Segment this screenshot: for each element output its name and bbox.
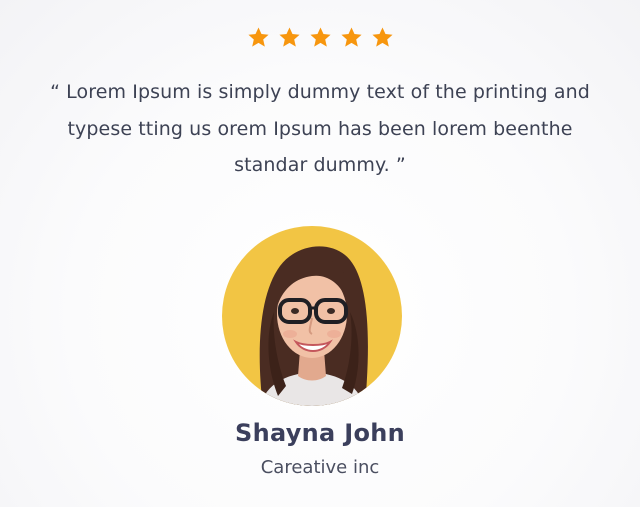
star-icon <box>340 27 362 47</box>
testimonial-quote: “ Lorem Ipsum is simply dummy text of th… <box>50 81 590 176</box>
rating-stars <box>0 26 640 49</box>
star-icon <box>371 27 393 47</box>
author-name: Shayna John <box>235 419 405 447</box>
star-icon <box>247 27 269 47</box>
avatar <box>222 226 402 406</box>
testimonial-card: “ Lorem Ipsum is simply dummy text of th… <box>0 0 640 507</box>
star-icon <box>309 27 331 47</box>
author-company: Careative inc <box>260 457 380 478</box>
star-icon <box>278 27 300 47</box>
